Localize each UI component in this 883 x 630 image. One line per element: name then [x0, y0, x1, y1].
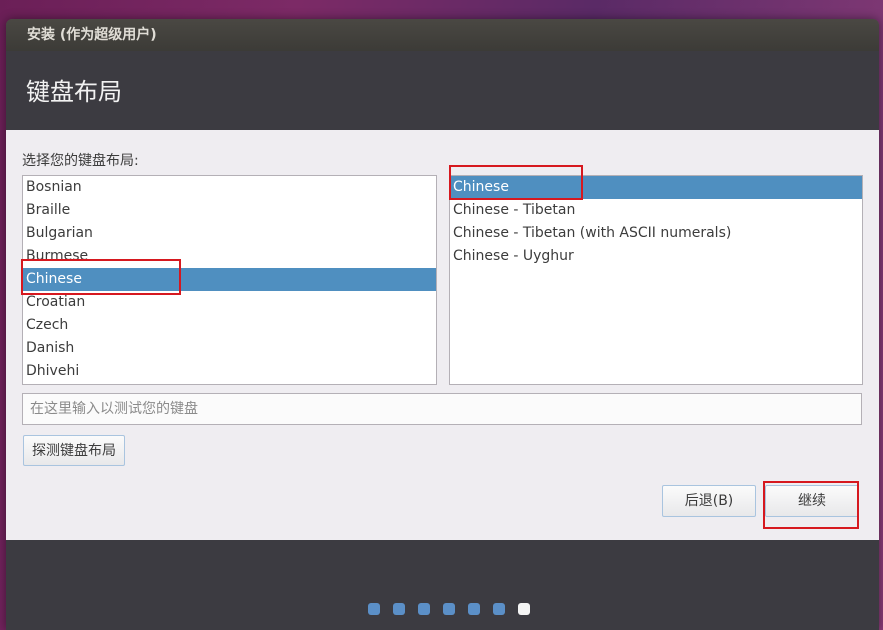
- variant-list-item[interactable]: Chinese: [450, 176, 862, 199]
- window-titlebar[interactable]: 安装 (作为超级用户): [6, 19, 879, 51]
- section-label: 选择您的键盘布局:: [22, 153, 139, 169]
- layout-list-item[interactable]: Czech: [23, 314, 436, 337]
- variant-list-item[interactable]: Chinese - Tibetan: [450, 199, 862, 222]
- progress-dot: [468, 603, 480, 615]
- detect-layout-button[interactable]: 探测键盘布局: [23, 435, 125, 466]
- progress-dot: [443, 603, 455, 615]
- progress-dot: [368, 603, 380, 615]
- progress-dot: [393, 603, 405, 615]
- continue-button[interactable]: 继续: [765, 485, 859, 517]
- page-header: 键盘布局: [6, 51, 879, 130]
- variant-list-item[interactable]: Chinese - Uyghur: [450, 245, 862, 268]
- progress-dot: [518, 603, 530, 615]
- progress-dot: [493, 603, 505, 615]
- layout-list-item[interactable]: Chinese: [23, 268, 436, 291]
- layout-list-item[interactable]: Danish: [23, 337, 436, 360]
- layout-list-item[interactable]: Croatian: [23, 291, 436, 314]
- keyboard-variant-list[interactable]: Chinese Chinese - Tibetan Chinese - Tibeta…: [449, 175, 863, 385]
- progress-dot: [418, 603, 430, 615]
- layout-list-item[interactable]: Burmese: [23, 245, 436, 268]
- window-title: 安装 (作为超级用户): [27, 27, 157, 43]
- page-title: 键盘布局: [26, 78, 122, 106]
- variant-list-item[interactable]: Chinese - Tibetan (with ASCII numerals): [450, 222, 862, 245]
- back-button[interactable]: 后退(B): [662, 485, 756, 517]
- main-content: 选择您的键盘布局: Bosnian Braille Bulgarian Burmese…: [6, 130, 879, 540]
- layout-list-item[interactable]: Braille: [23, 199, 436, 222]
- layout-list-item[interactable]: Bulgarian: [23, 222, 436, 245]
- installer-footer: [6, 540, 879, 630]
- keyboard-test-input[interactable]: [22, 393, 862, 425]
- installer-window: 安装 (作为超级用户) 键盘布局 选择您的键盘布局: Bosnian Braill…: [6, 19, 879, 630]
- layout-list-item[interactable]: Dhivehi: [23, 360, 436, 383]
- progress-indicator: [6, 603, 879, 615]
- keyboard-layout-list[interactable]: Bosnian Braille Bulgarian Burmese Chinese Cro…: [22, 175, 437, 385]
- layout-list-item[interactable]: Bosnian: [23, 176, 436, 199]
